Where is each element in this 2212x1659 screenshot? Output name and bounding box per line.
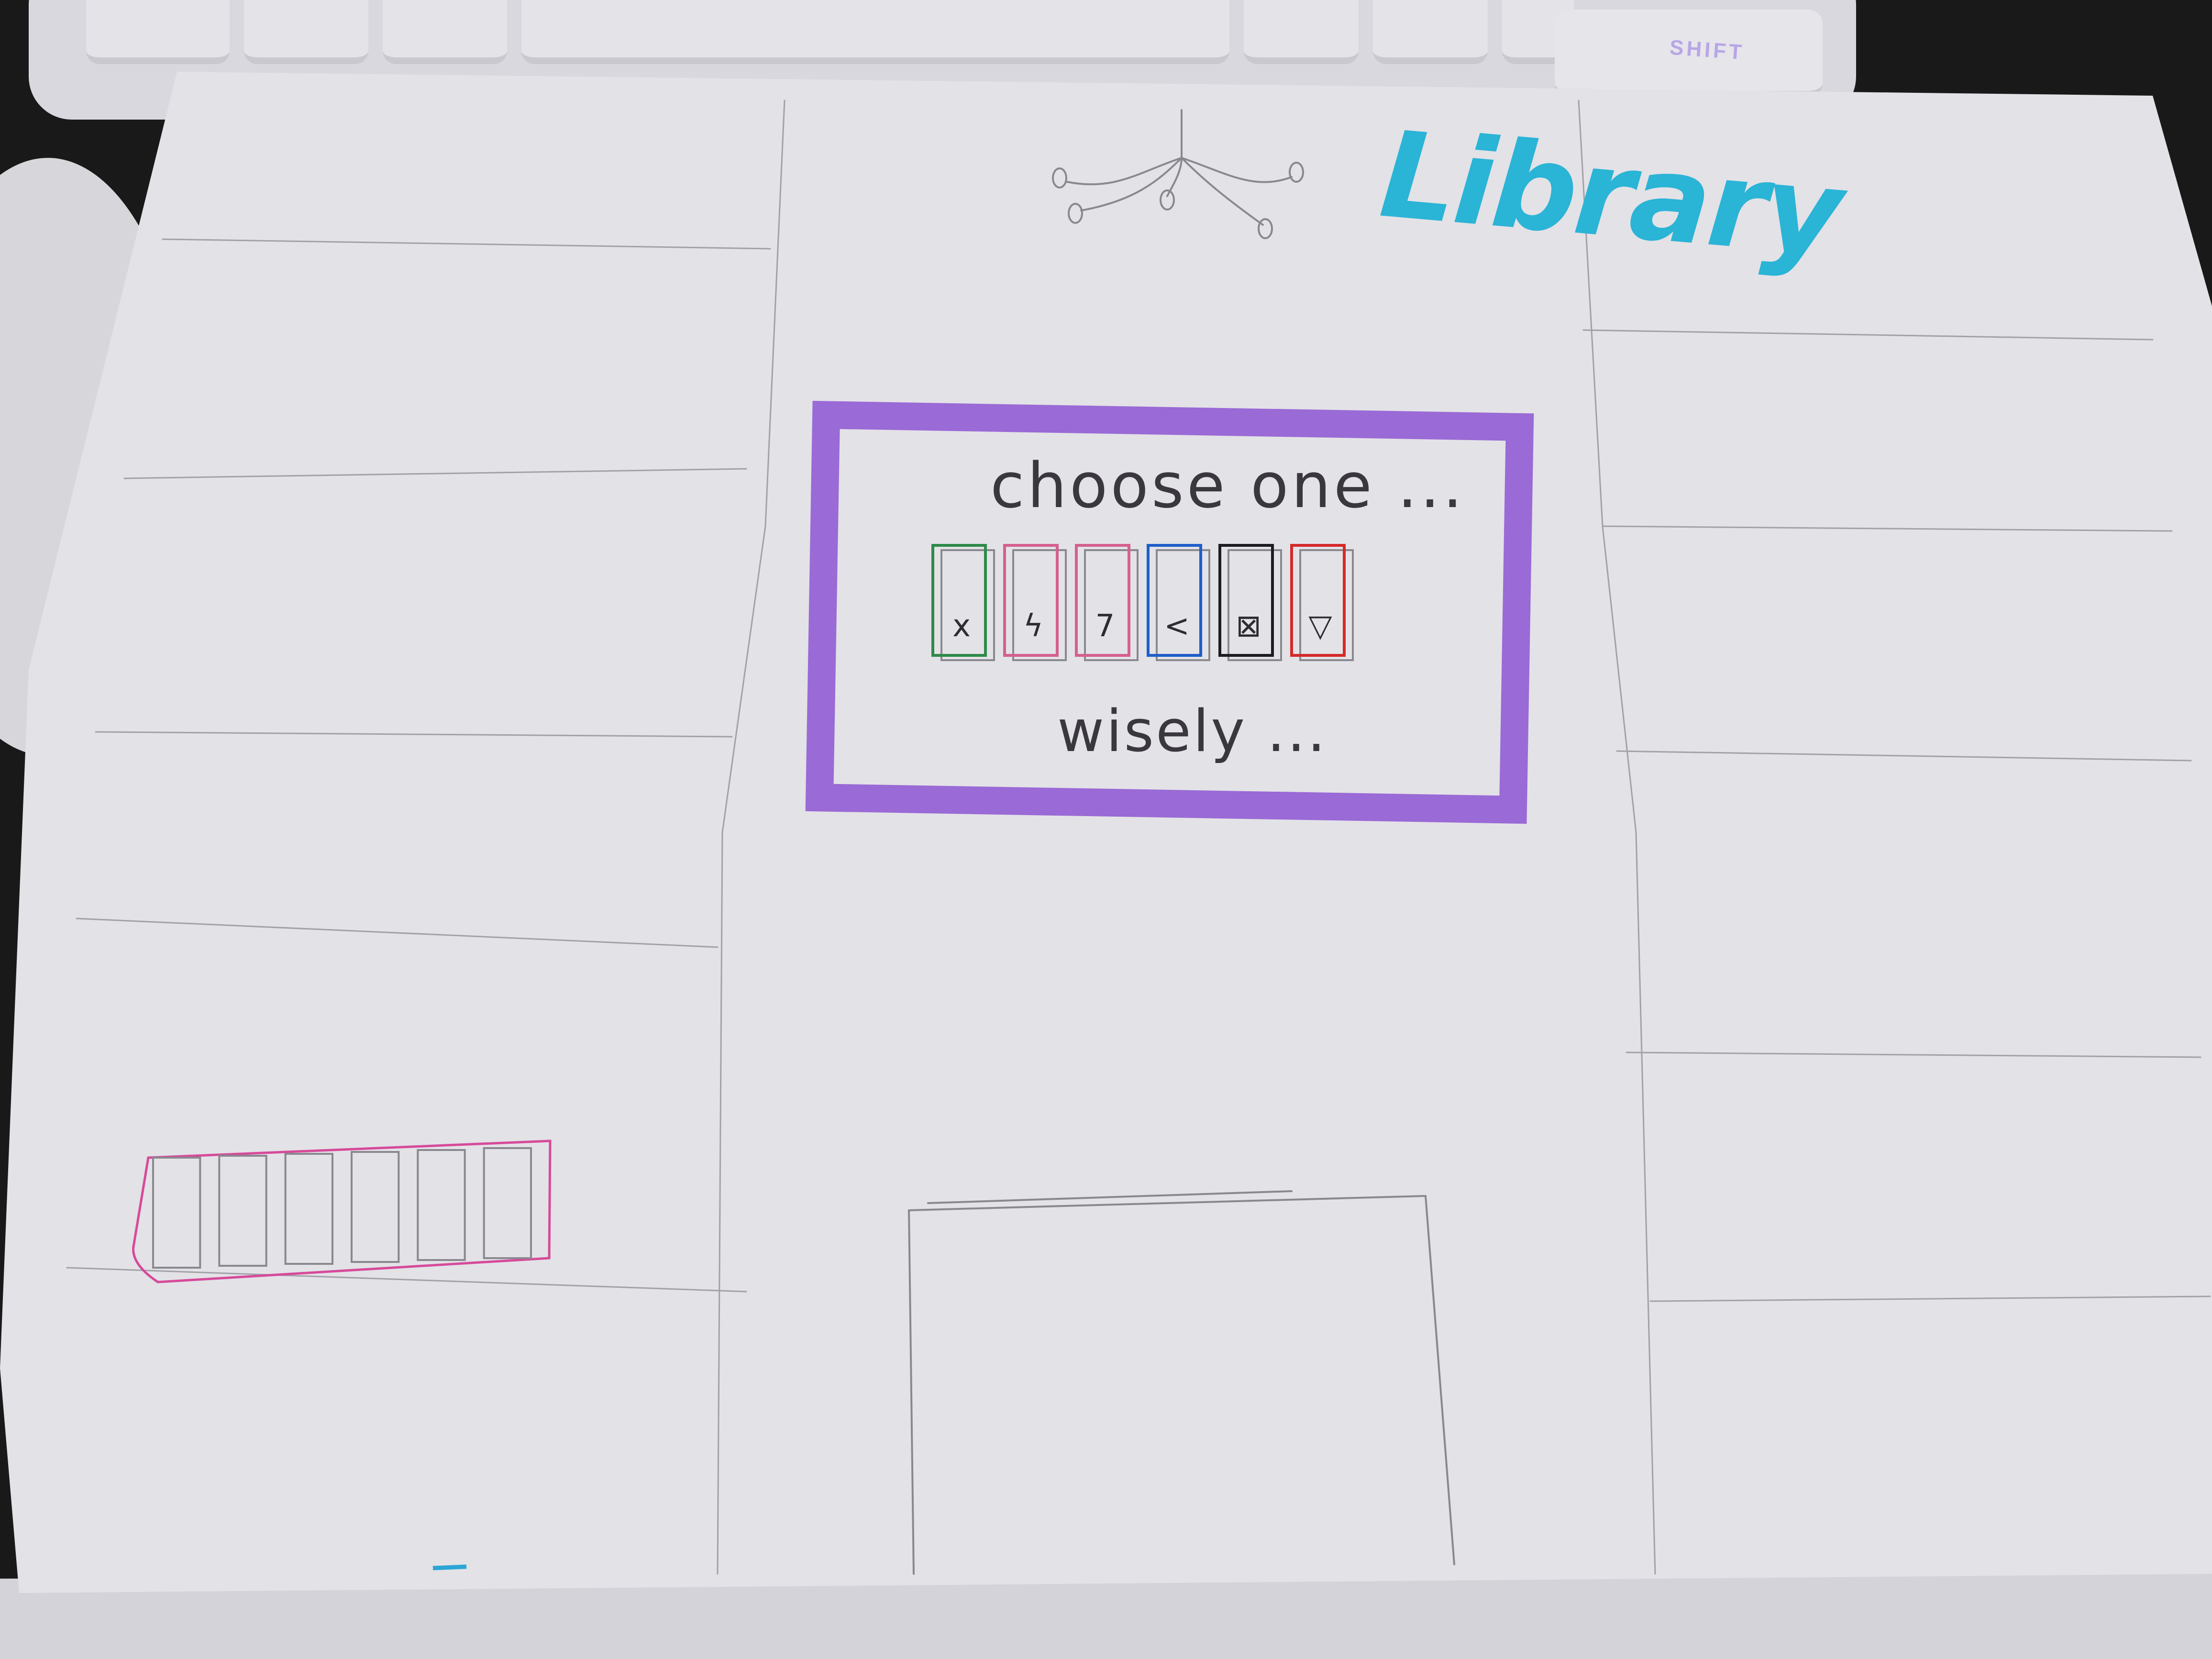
dialog-footer: wisely ... [1057,698,1327,765]
dialog-heading: choose one ... [990,449,1465,522]
card-glyph: x [952,608,971,644]
card-glyph: ⊠ [1236,608,1261,644]
paper-sheet [0,72,2212,1593]
card-glyph: < [1164,608,1190,644]
card-glyph: ▽ [1308,608,1332,644]
photo-scene: SHIFT Library choose one ... x ϟ 7 < ⊠ ▽… [0,0,2212,1659]
card-glyph: ϟ [1023,608,1043,644]
blue-pen-mark [432,1564,467,1571]
card-glyph: 7 [1095,608,1115,644]
paper-sketch: Library choose one ... x ϟ 7 < ⊠ ▽ wisely ... [0,72,2212,1659]
